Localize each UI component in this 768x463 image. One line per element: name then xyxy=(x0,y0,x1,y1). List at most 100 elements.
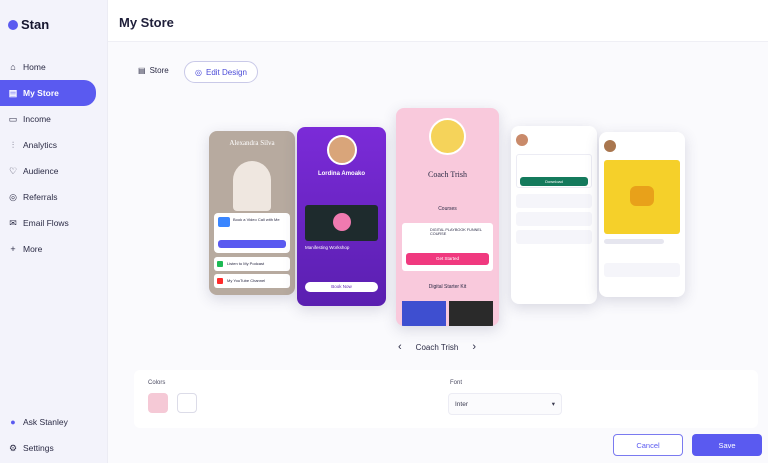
preview-link-row: My YouTube Channel xyxy=(214,274,290,288)
podcast-icon xyxy=(217,261,223,267)
preview-download-button: Download xyxy=(520,177,588,186)
lotus-image xyxy=(333,213,351,231)
preview-product-title: DIGITAL PLAYBOOK FUNNEL COURSE xyxy=(430,228,482,236)
preview-link-row xyxy=(604,263,680,277)
sidebar-item-email-flows[interactable]: ✉ Email Flows xyxy=(0,210,108,236)
sidebar-item-label: Settings xyxy=(23,443,54,453)
sidebar-item-income[interactable]: ▭ Income xyxy=(0,106,108,132)
sidebar: Stan ⌂ Home ▤ My Store ▭ Income ⫶ Analyt… xyxy=(0,0,108,463)
primary-color-swatch[interactable] xyxy=(148,393,168,413)
sidebar-item-label: My Store xyxy=(23,88,59,98)
stanley-icon: ● xyxy=(10,417,16,427)
main-content: ▤ Store ◎ Edit Design Alexandra Silva Bo… xyxy=(108,42,768,463)
sidebar-item-my-store[interactable]: ▤ My Store xyxy=(0,80,96,106)
gear-icon: ⚙ xyxy=(8,442,18,453)
avatar xyxy=(327,135,357,165)
cancel-button[interactable]: Cancel xyxy=(613,434,683,456)
sidebar-item-label: Audience xyxy=(23,166,59,176)
heart-icon: ♡ xyxy=(8,165,18,176)
sidebar-item-referrals[interactable]: ◎ Referrals xyxy=(0,184,108,210)
preview-image xyxy=(305,205,378,241)
sidebar-item-label: Income xyxy=(23,114,51,124)
home-icon: ⌂ xyxy=(10,62,16,72)
sidebar-item-label: Home xyxy=(23,62,46,72)
calendar-icon xyxy=(218,217,230,227)
font-label: Font xyxy=(450,380,463,386)
sidebar-item-label: Email Flows xyxy=(23,218,69,228)
brand[interactable]: Stan xyxy=(8,17,49,32)
brand-name: Stan xyxy=(21,17,50,32)
sidebar-item-audience[interactable]: ♡ Audience xyxy=(0,158,108,184)
sidebar-item-ask-stanley[interactable]: ● Ask Stanley xyxy=(0,409,108,435)
preview-image xyxy=(402,301,446,326)
preview-text-line xyxy=(604,239,664,244)
preview-book-button: Book Now xyxy=(305,282,378,292)
save-button[interactable]: Save xyxy=(692,434,762,456)
preview-get-started-button: Get Started xyxy=(406,253,489,265)
preview-creator-name: Alexandra Silva xyxy=(229,139,275,147)
store-icon: ▤ xyxy=(8,87,18,98)
sidebar-item-settings[interactable]: ⚙ Settings xyxy=(0,435,108,461)
design-settings-panel: Colors Font Inter ▾ xyxy=(134,370,758,428)
chevron-left-icon[interactable]: ‹ xyxy=(398,341,402,353)
preview-product-card: DIGITAL PLAYBOOK FUNNEL COURSE Get Start… xyxy=(402,223,493,271)
profile-photo xyxy=(233,161,271,211)
telephone-image xyxy=(630,186,654,206)
avatar xyxy=(516,134,528,146)
youtube-icon xyxy=(217,278,223,284)
preview-carousel: ‹ Coach Trish › xyxy=(398,341,476,353)
email-icon: ✉ xyxy=(9,217,17,228)
preview-section-title: Courses xyxy=(438,206,457,212)
font-select-value: Inter xyxy=(455,400,469,408)
sidebar-item-label: Referrals xyxy=(23,192,58,202)
store-icon: ▤ xyxy=(138,66,146,75)
store-preview-card[interactable]: Alexandra Silva Book a Video Call with M… xyxy=(209,131,295,295)
store-preview-card[interactable]: Download xyxy=(511,126,597,304)
edit-design-label: Edit Design xyxy=(205,67,247,77)
sidebar-item-label: Analytics xyxy=(23,140,58,150)
carousel-current-label: Coach Trish xyxy=(415,342,459,352)
preview-row-label: Book a Video Call with Me xyxy=(233,217,280,222)
colors-label: Colors xyxy=(148,380,166,386)
store-label: Store xyxy=(149,66,169,75)
plus-icon: + xyxy=(10,244,16,254)
phone-image xyxy=(604,160,680,234)
sidebar-item-label: More xyxy=(23,244,43,254)
preview-creator-name: Lordina Amoako xyxy=(317,171,366,177)
preview-row-label: Listen to My Podcast xyxy=(227,261,265,266)
secondary-color-swatch[interactable] xyxy=(177,393,197,413)
edit-design-button[interactable]: ◎ Edit Design xyxy=(184,61,258,83)
store-view-toggle[interactable]: ▤ Store xyxy=(138,66,169,75)
caret-down-icon: ▾ xyxy=(551,401,555,408)
analytics-icon: ⫶ xyxy=(11,139,15,150)
preview-image xyxy=(449,301,493,326)
page-title: My Store xyxy=(119,15,174,30)
stan-logo-icon xyxy=(8,19,18,30)
sidebar-item-label: Ask Stanley xyxy=(23,417,68,427)
preview-product-title: Manifesting Workshop xyxy=(305,245,350,250)
font-select[interactable]: Inter ▾ xyxy=(448,393,562,415)
palette-icon: ◎ xyxy=(195,67,202,77)
chevron-right-icon[interactable]: › xyxy=(472,341,476,353)
header: My Store xyxy=(108,0,768,42)
sidebar-item-more[interactable]: + More xyxy=(0,236,108,262)
store-preview-card[interactable] xyxy=(599,132,685,297)
sidebar-item-home[interactable]: ⌂ Home xyxy=(0,54,108,80)
preview-product-card: Book a Video Call with Me xyxy=(214,213,290,253)
preview-link-row xyxy=(516,230,592,244)
store-preview-card[interactable]: Coach Trish Courses DIGITAL PLAYBOOK FUN… xyxy=(396,108,499,326)
preview-creator-name: Coach Trish xyxy=(428,170,467,179)
avatar xyxy=(604,140,616,152)
preview-link-row: Listen to My Podcast xyxy=(214,257,290,271)
preview-link-row xyxy=(516,194,592,208)
sidebar-nav: ⌂ Home ▤ My Store ▭ Income ⫶ Analytics ♡… xyxy=(0,54,108,262)
avatar xyxy=(429,118,466,155)
preview-link-row xyxy=(516,212,592,226)
store-preview-card[interactable]: Lordina Amoako Manifesting Workshop Book… xyxy=(297,127,386,306)
preview-section-title: Digital Starter Kit xyxy=(428,284,467,290)
referrals-icon: ◎ xyxy=(9,191,17,202)
sidebar-bottom-nav: ● Ask Stanley ⚙ Settings xyxy=(0,409,108,461)
preview-row-label: My YouTube Channel xyxy=(227,278,266,283)
preview-product-card: Download xyxy=(516,154,592,188)
sidebar-item-analytics[interactable]: ⫶ Analytics xyxy=(0,132,108,158)
